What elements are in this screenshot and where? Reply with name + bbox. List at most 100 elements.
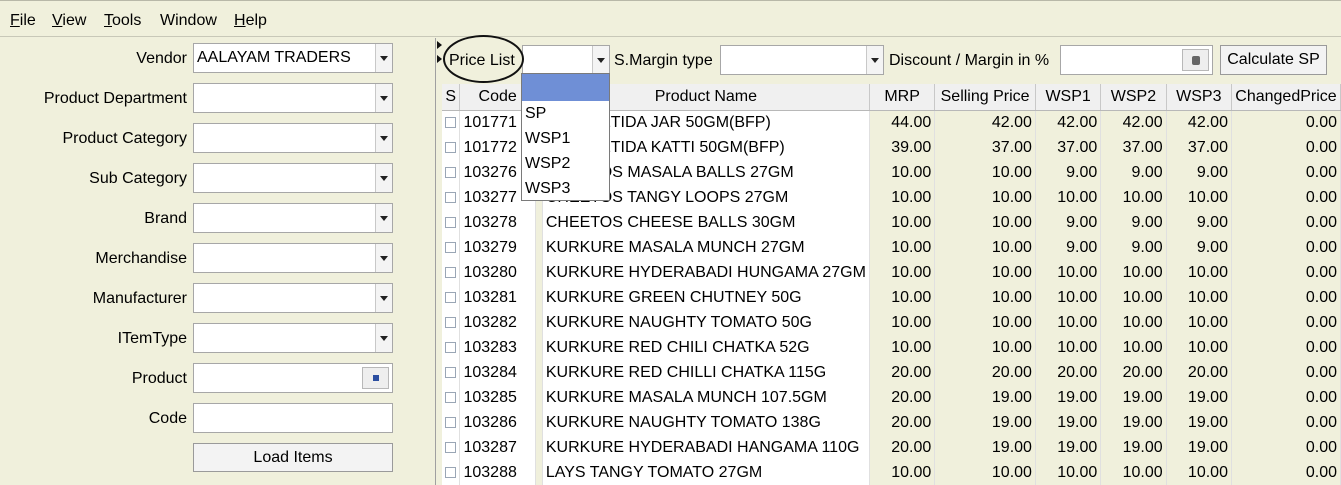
cell-sp: 10.00: [934, 260, 1036, 285]
discount-label: Discount / Margin in %: [889, 52, 1050, 69]
chevron-down-icon[interactable]: [375, 324, 392, 352]
cell-wsp2: 9.00: [1100, 160, 1167, 185]
col-wsp1[interactable]: WSP1: [1035, 84, 1102, 111]
calculator-icon[interactable]: [1182, 49, 1209, 71]
price-list-option-wsp1[interactable]: WSP1: [522, 126, 609, 151]
row-checkbox[interactable]: [445, 366, 457, 378]
row-checkbox[interactable]: [445, 141, 457, 153]
cell-wsp3: 19.00: [1166, 435, 1232, 460]
chevron-down-icon[interactable]: [375, 204, 392, 232]
col-wsp2[interactable]: WSP2: [1100, 84, 1167, 111]
cell-sp: 20.00: [934, 360, 1036, 385]
menu-file[interactable]: File: [10, 12, 36, 30]
cell-code: 103279: [459, 235, 536, 260]
cell-wsp2: 37.00: [1100, 135, 1167, 160]
row-select-cell[interactable]: [442, 110, 461, 135]
table-row[interactable]: 103281 KURKURE GREEN CHUTNEY 50G 10.00 10.0…: [442, 285, 1341, 310]
row-checkbox[interactable]: [445, 316, 457, 328]
row-checkbox[interactable]: [445, 441, 457, 453]
row-checkbox[interactable]: [445, 416, 457, 428]
row-select-cell[interactable]: [442, 285, 461, 310]
price-list-option-sp[interactable]: SP: [522, 101, 609, 126]
price-list-option-blank[interactable]: [522, 74, 609, 101]
row-select-cell[interactable]: [442, 385, 461, 410]
cell-mrp: 20.00: [869, 435, 936, 460]
cell-spacer: [535, 285, 543, 310]
col-wsp3[interactable]: WSP3: [1166, 84, 1232, 111]
price-list-option-wsp2[interactable]: WSP2: [522, 151, 609, 176]
margin-type-combo[interactable]: [720, 45, 884, 75]
brand-combo[interactable]: [193, 203, 393, 233]
table-row[interactable]: 103288 LAYS TANGY TOMATO 27GM 10.00 10.00 10…: [442, 460, 1341, 485]
row-select-cell[interactable]: [442, 235, 461, 260]
cell-code: 103282: [459, 310, 536, 335]
itemtype-combo[interactable]: [193, 323, 393, 353]
row-checkbox[interactable]: [445, 166, 457, 178]
table-row[interactable]: 103285 KURKURE MASALA MUNCH 107.5GM 20.00 1…: [442, 385, 1341, 410]
row-checkbox[interactable]: [445, 391, 457, 403]
col-select[interactable]: S: [442, 84, 461, 111]
row-checkbox[interactable]: [445, 116, 457, 128]
manufacturer-combo[interactable]: [193, 283, 393, 313]
menu-help[interactable]: Help: [234, 12, 267, 30]
col-changed-price[interactable]: ChangedPrice: [1231, 84, 1341, 111]
row-checkbox[interactable]: [445, 341, 457, 353]
cell-sp: 19.00: [934, 410, 1036, 435]
row-checkbox[interactable]: [445, 241, 457, 253]
row-select-cell[interactable]: [442, 185, 461, 210]
table-row[interactable]: 103287 KURKURE HYDERABADI HANGAMA 110G 20.…: [442, 435, 1341, 460]
chevron-down-icon[interactable]: [592, 46, 609, 74]
vendor-combo[interactable]: AALAYAM TRADERS: [193, 43, 393, 73]
table-row[interactable]: 103282 KURKURE NAUGHTY TOMATO 50G 10.00 10.…: [442, 310, 1341, 335]
table-row[interactable]: 103279 KURKURE MASALA MUNCH 27GM 10.00 10.0…: [442, 235, 1341, 260]
row-checkbox[interactable]: [445, 291, 457, 303]
row-select-cell[interactable]: [442, 410, 461, 435]
price-list-combo[interactable]: [522, 45, 610, 75]
row-select-cell[interactable]: [442, 360, 461, 385]
chevron-down-icon[interactable]: [375, 44, 392, 72]
row-select-cell[interactable]: [442, 210, 461, 235]
chevron-down-icon[interactable]: [375, 284, 392, 312]
chevron-down-icon[interactable]: [375, 244, 392, 272]
row-select-cell[interactable]: [442, 435, 461, 460]
product-input[interactable]: [193, 363, 393, 393]
table-row[interactable]: 103284 KURKURE RED CHILLI CHATKA 115G 20.0…: [442, 360, 1341, 385]
chevron-down-icon[interactable]: [375, 124, 392, 152]
row-select-cell[interactable]: [442, 260, 461, 285]
category-combo[interactable]: [193, 123, 393, 153]
row-checkbox[interactable]: [445, 266, 457, 278]
table-row[interactable]: 103286 KURKURE NAUGHTY TOMATO 138G 20.00 19…: [442, 410, 1341, 435]
menu-tools[interactable]: Tools: [104, 12, 141, 30]
row-checkbox[interactable]: [445, 216, 457, 228]
row-checkbox[interactable]: [445, 191, 457, 203]
lookup-icon[interactable]: [362, 367, 389, 389]
chevron-down-icon[interactable]: [866, 46, 883, 74]
calculate-sp-button[interactable]: Calculate SP: [1220, 45, 1327, 75]
cell-sp: 19.00: [934, 385, 1036, 410]
row-select-cell[interactable]: [442, 335, 461, 360]
menu-window[interactable]: Window: [160, 12, 217, 30]
col-mrp[interactable]: MRP: [869, 84, 936, 111]
row-checkbox[interactable]: [445, 466, 457, 478]
code-input[interactable]: [193, 403, 393, 433]
cell-mrp: 10.00: [869, 210, 936, 235]
merchandise-combo[interactable]: [193, 243, 393, 273]
cell-changed: 0.00: [1231, 335, 1341, 360]
row-select-cell[interactable]: [442, 460, 461, 485]
chevron-down-icon[interactable]: [375, 164, 392, 192]
row-select-cell[interactable]: [442, 160, 461, 185]
table-row[interactable]: 103283 KURKURE RED CHILI CHATKA 52G 10.00 1…: [442, 335, 1341, 360]
col-selling-price[interactable]: Selling Price: [934, 84, 1036, 111]
table-row[interactable]: 103280 KURKURE HYDERABADI HUNGAMA 27GM 10.…: [442, 260, 1341, 285]
menu-view[interactable]: View: [52, 12, 86, 30]
discount-input[interactable]: [1060, 45, 1213, 75]
row-select-cell[interactable]: [442, 135, 461, 160]
row-select-cell[interactable]: [442, 310, 461, 335]
subcategory-combo[interactable]: [193, 163, 393, 193]
department-combo[interactable]: [193, 83, 393, 113]
table-row[interactable]: 103278 CHEETOS CHEESE BALLS 30GM 10.00 10.0…: [442, 210, 1341, 235]
cell-wsp2: 20.00: [1100, 360, 1167, 385]
load-items-button[interactable]: Load Items: [193, 443, 393, 472]
chevron-down-icon[interactable]: [375, 84, 392, 112]
price-list-option-wsp3[interactable]: WSP3: [522, 176, 609, 201]
